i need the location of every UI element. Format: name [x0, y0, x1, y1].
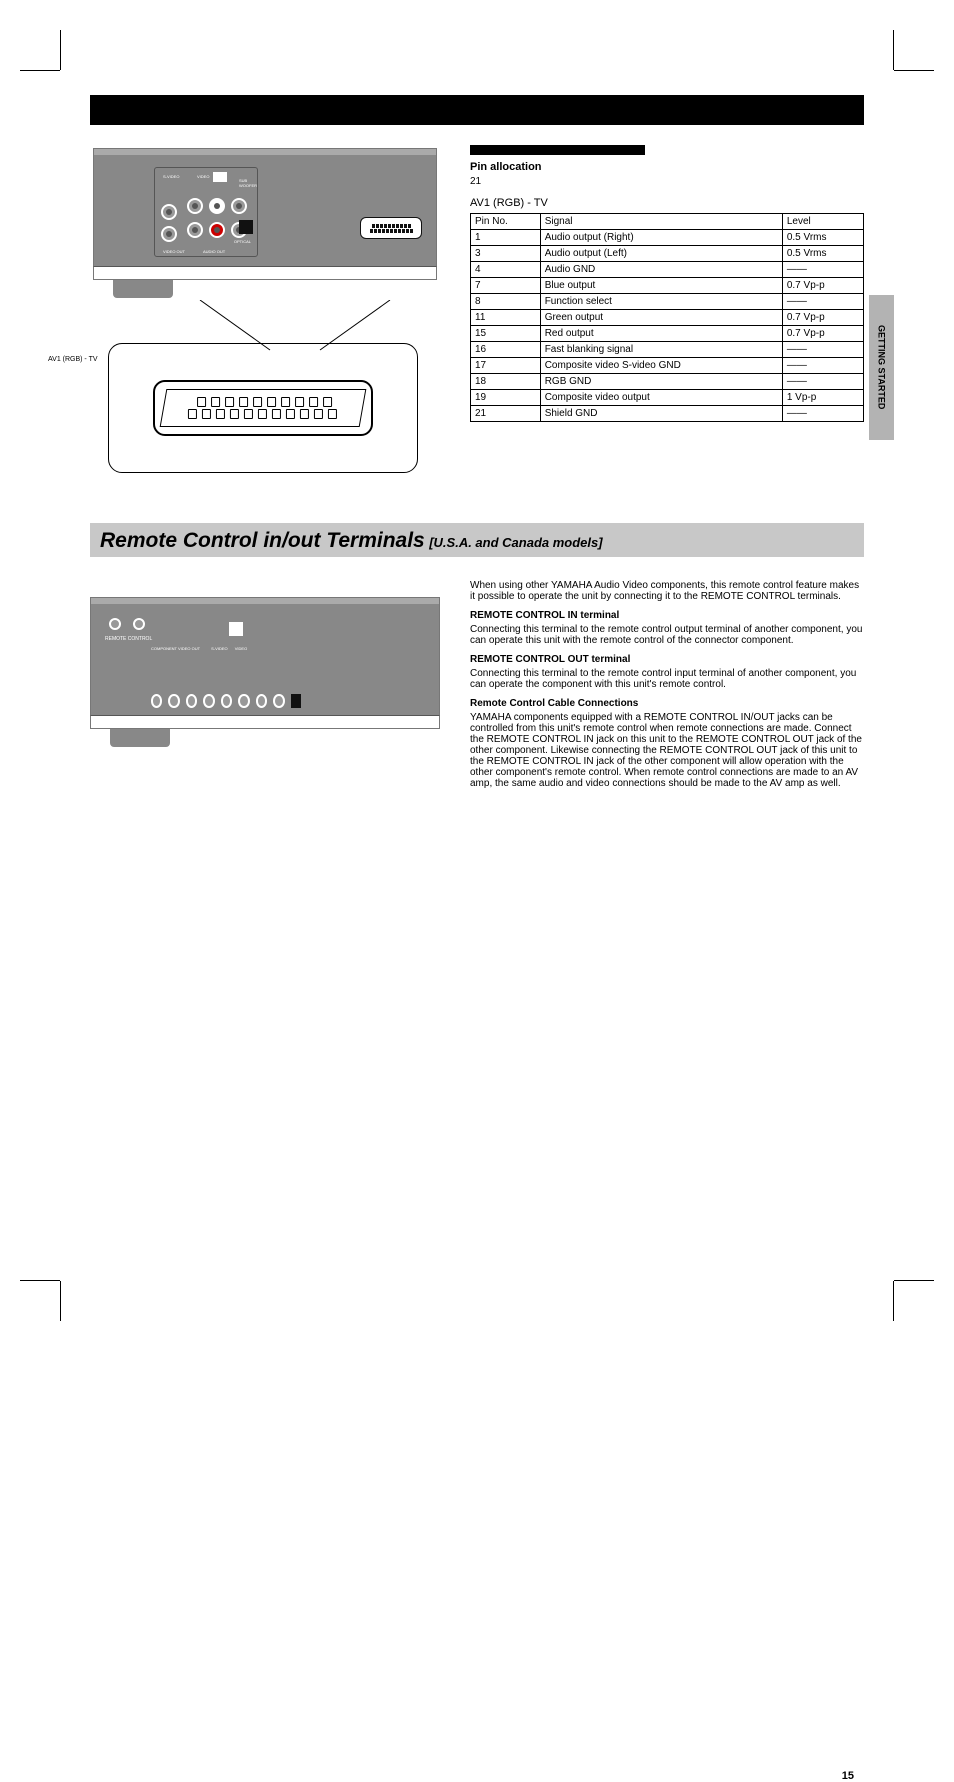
in-terminal-title: REMOTE CONTROL IN terminal — [470, 610, 864, 621]
table-cell: —— — [782, 342, 863, 358]
table-cell: Composite video output — [540, 390, 782, 406]
pin-th-1: Signal — [540, 214, 782, 230]
table-cell: 19 — [471, 390, 541, 406]
table-cell: —— — [782, 262, 863, 278]
table-cell: 16 — [471, 342, 541, 358]
table-cell: 1 Vp-p — [782, 390, 863, 406]
table-cell: 0.7 Vp-p — [782, 310, 863, 326]
pin-allocation-title: Pin allocation — [470, 161, 864, 173]
remote-in-port-icon — [109, 618, 121, 630]
table-cell: —— — [782, 374, 863, 390]
table-cell: 0.7 Vp-p — [782, 278, 863, 294]
cable-conn-title: Remote Control Cable Connections — [470, 698, 864, 709]
table-cell: 0.7 Vp-p — [782, 326, 863, 342]
table-cell: —— — [782, 406, 863, 422]
rear-panel-figure: S-VIDEO VIDEO SUB WOOFER — [90, 145, 440, 303]
table-cell: 4 — [471, 262, 541, 278]
table-cell: Function select — [540, 294, 782, 310]
remote-control-label: REMOTE CONTROL — [105, 636, 152, 642]
side-tab: GETTING STARTED — [869, 295, 894, 440]
label-component: COMPONENT VIDEO OUT — [151, 646, 200, 651]
table-row: 1Audio output (Right)0.5 Vrms — [471, 230, 864, 246]
pin-table-caption: AV1 (RGB) - TV — [470, 197, 864, 209]
label-videoout: VIDEO OUT — [163, 249, 185, 254]
table-row: 18RGB GND—— — [471, 374, 864, 390]
out-terminal-desc: Connecting this terminal to the remote c… — [470, 668, 864, 690]
table-cell: Blue output — [540, 278, 782, 294]
table-cell: Audio output (Right) — [540, 230, 782, 246]
scart-small-icon — [360, 217, 422, 239]
table-cell: RGB GND — [540, 374, 782, 390]
table-cell: 21 — [471, 406, 541, 422]
table-cell: Fast blanking signal — [540, 342, 782, 358]
table-cell: Green output — [540, 310, 782, 326]
label-svideo: S-VIDEO — [163, 174, 179, 179]
table-row: 11Green output0.7 Vp-p — [471, 310, 864, 326]
table-row: 16Fast blanking signal—— — [471, 342, 864, 358]
page-header-bar — [90, 95, 864, 125]
table-row: 3Audio output (Left)0.5 Vrms — [471, 246, 864, 262]
table-cell: 17 — [471, 358, 541, 374]
section-head-sub: [U.S.A. and Canada models] — [429, 535, 602, 550]
table-row: 15Red output0.7 Vp-p — [471, 326, 864, 342]
table-cell: Audio GND — [540, 262, 782, 278]
label-video2: VIDEO — [235, 646, 247, 651]
sub-section-bar — [470, 145, 645, 155]
table-cell: —— — [782, 294, 863, 310]
table-cell: 8 — [471, 294, 541, 310]
table-row: 21Shield GND—— — [471, 406, 864, 422]
table-row: 4Audio GND—— — [471, 262, 864, 278]
table-cell: Audio output (Left) — [540, 246, 782, 262]
callout-line — [90, 303, 440, 343]
label-opt: OPTICAL — [234, 239, 251, 244]
table-cell: —— — [782, 358, 863, 374]
table-row: 19Composite video output1 Vp-p — [471, 390, 864, 406]
out-terminal-title: REMOTE CONTROL OUT terminal — [470, 654, 864, 665]
in-terminal-desc: Connecting this terminal to the remote c… — [470, 624, 864, 646]
remote-out-port-icon — [133, 618, 145, 630]
rear-panel-figure-2: REMOTE CONTROL COMPONENT VIDEO OUT S-VID… — [90, 597, 440, 749]
table-cell: Red output — [540, 326, 782, 342]
label-sub: SUB WOOFER — [239, 178, 257, 188]
pin-th-0: Pin No. — [471, 214, 541, 230]
label-video: VIDEO — [197, 174, 209, 179]
pin-allocation-note: 21 — [470, 176, 864, 187]
section-heading: Remote Control in/out Terminals [U.S.A. … — [90, 523, 864, 557]
table-cell: 0.5 Vrms — [782, 230, 863, 246]
table-cell: 3 — [471, 246, 541, 262]
table-cell: 0.5 Vrms — [782, 246, 863, 262]
table-cell: 15 — [471, 326, 541, 342]
table-cell: Shield GND — [540, 406, 782, 422]
scart-connector-large-icon: AV1 (RGB) - TV — [148, 376, 378, 440]
table-cell: 18 — [471, 374, 541, 390]
table-cell: 11 — [471, 310, 541, 326]
scart-label: AV1 (RGB) - TV — [48, 356, 98, 363]
label-audioout: AUDIO OUT — [203, 249, 225, 254]
pin-table: Pin No. Signal Level 1Audio output (Righ… — [470, 213, 864, 422]
table-cell: 7 — [471, 278, 541, 294]
pin-th-2: Level — [782, 214, 863, 230]
table-cell: 1 — [471, 230, 541, 246]
label-svideo2: S-VIDEO — [211, 646, 227, 651]
table-row: 17Composite video S-video GND—— — [471, 358, 864, 374]
page-number: 15 — [842, 1770, 854, 1782]
table-cell: Composite video S-video GND — [540, 358, 782, 374]
intro-text: When using other YAMAHA Audio Video comp… — [470, 580, 864, 602]
table-row: 8Function select—— — [471, 294, 864, 310]
cable-conn-desc: YAMAHA components equipped with a REMOTE… — [470, 712, 864, 789]
table-row: 7Blue output0.7 Vp-p — [471, 278, 864, 294]
section-head-main: Remote Control in/out Terminals — [100, 529, 425, 552]
